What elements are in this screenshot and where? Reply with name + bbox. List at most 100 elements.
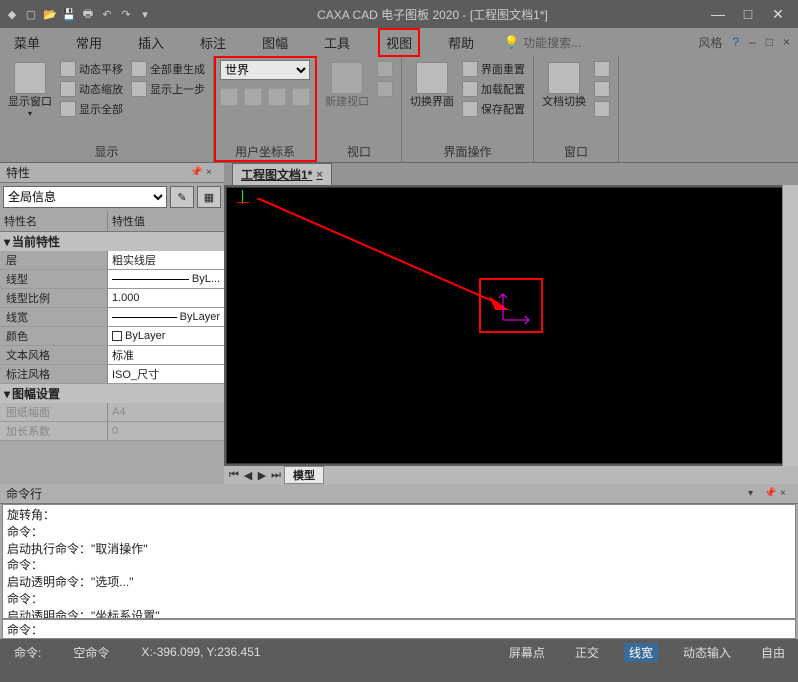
doc-tab[interactable]: 工程图文档1* × bbox=[232, 163, 332, 185]
load-cfg-icon bbox=[462, 81, 478, 97]
show-prev-button[interactable]: 显示上一步 bbox=[129, 80, 207, 98]
help-icon[interactable]: ? bbox=[732, 35, 739, 49]
show-window-icon bbox=[14, 62, 46, 94]
cmd-close-icon[interactable]: × bbox=[780, 488, 792, 500]
props-btn1[interactable]: ✎ bbox=[170, 186, 194, 208]
commandline-title: 命令行 ▾ 📌 × bbox=[0, 484, 798, 504]
vp-btn2 bbox=[375, 80, 395, 98]
annotation-arrow-icon bbox=[257, 198, 509, 313]
status-lineweight[interactable]: 线宽 bbox=[624, 643, 658, 662]
collapse-icon: ▾ bbox=[4, 235, 10, 249]
cmd-options-icon[interactable]: ▾ bbox=[748, 488, 760, 500]
minimize-button[interactable]: — bbox=[712, 8, 724, 20]
menu-item-common[interactable]: 常用 bbox=[70, 30, 108, 55]
feature-search[interactable]: 💡 功能搜索... bbox=[504, 34, 581, 51]
lightbulb-icon: 💡 bbox=[504, 35, 519, 49]
menu-item-annotate[interactable]: 标注 bbox=[194, 30, 232, 55]
line-sample-icon bbox=[112, 279, 189, 280]
zoom-button[interactable]: 动态缩放 bbox=[58, 80, 125, 98]
cmd-pin-icon[interactable]: 📌 bbox=[764, 488, 776, 500]
properties-panel: 特性 📌 × 全局信息 ✎ ▦ 特性名 特性值 ▾当前特性 层粗实线层 线型By… bbox=[0, 163, 224, 484]
style-label[interactable]: 风格 bbox=[698, 34, 722, 51]
tab-close-icon[interactable]: × bbox=[316, 169, 322, 181]
redo-icon[interactable]: ↷ bbox=[118, 6, 134, 22]
app-icon: ◆ bbox=[4, 6, 20, 22]
col-name: 特性名 bbox=[0, 211, 108, 231]
line-sample-icon bbox=[112, 317, 177, 318]
command-input[interactable] bbox=[47, 620, 795, 638]
print-icon[interactable]: 🖶 bbox=[80, 6, 96, 22]
section-sheet[interactable]: ▾图幅设置 bbox=[0, 384, 224, 403]
new-viewport-button[interactable]: 新建视口 bbox=[323, 60, 371, 111]
menu-item-main[interactable]: 菜单 bbox=[8, 30, 46, 55]
group-label-ucs: 用户坐标系 bbox=[220, 141, 310, 160]
new-icon[interactable]: ▢ bbox=[23, 6, 39, 22]
show-all-button[interactable]: 显示全部 bbox=[58, 100, 125, 118]
props-btn2[interactable]: ▦ bbox=[197, 186, 221, 208]
show-window-button[interactable]: 显示窗口 ▾ bbox=[6, 60, 54, 120]
save-icon[interactable]: 💾 bbox=[61, 6, 77, 22]
group-label-window: 窗口 bbox=[540, 141, 612, 160]
viewport-icon bbox=[331, 62, 363, 94]
undo-icon[interactable]: ↶ bbox=[99, 6, 115, 22]
maximize-button[interactable]: □ bbox=[742, 8, 754, 20]
ucs-select[interactable]: 世界 bbox=[220, 60, 310, 80]
doc-switch-button[interactable]: 文档切换 bbox=[540, 60, 588, 111]
ribbon: 显示窗口 ▾ 动态平移 动态缩放 显示全部 全部重生成 显示上一步 显示 世界 bbox=[0, 56, 798, 163]
close-button[interactable]: ✕ bbox=[772, 8, 784, 20]
menu-item-insert[interactable]: 插入 bbox=[132, 30, 170, 55]
tab-last-icon[interactable]: ⏭ bbox=[270, 469, 282, 482]
qat-dropdown-icon[interactable]: ▾ bbox=[137, 6, 153, 22]
menu-item-help[interactable]: 帮助 bbox=[442, 30, 480, 55]
ucs-axes-icon bbox=[495, 288, 535, 328]
command-log[interactable]: 旋转角： 命令： 启动执行命令："取消操作" 命令： 启动透明命令："选项...… bbox=[2, 504, 796, 619]
pin-icon[interactable]: 📌 bbox=[190, 167, 202, 179]
regen-all-button[interactable]: 全部重生成 bbox=[129, 60, 207, 78]
tab-prev-icon[interactable]: ◀ bbox=[242, 469, 254, 482]
model-tab[interactable]: 模型 bbox=[284, 466, 324, 484]
save-cfg-button[interactable]: 保存配置 bbox=[460, 100, 527, 118]
reset-ui-button[interactable]: 界面重置 bbox=[460, 60, 527, 78]
tile-v-button[interactable] bbox=[592, 80, 612, 98]
mdi-restore-icon[interactable]: □ bbox=[766, 35, 773, 49]
group-label-viewport: 视口 bbox=[323, 141, 395, 160]
ucs-manage-button[interactable] bbox=[292, 88, 310, 106]
status-empty-cmd: 空命令 bbox=[67, 644, 115, 661]
cascade-button[interactable] bbox=[592, 100, 612, 118]
pan-button[interactable]: 动态平移 bbox=[58, 60, 125, 78]
canvas-area: 工程图文档1* × ⏮ ◀ ▶ ⏭ 模型 bbox=[224, 163, 798, 484]
section-current[interactable]: ▾当前特性 bbox=[0, 232, 224, 251]
search-placeholder: 功能搜索... bbox=[523, 34, 581, 51]
canvas-scrollbar-v[interactable] bbox=[782, 185, 798, 466]
mdi-close-icon[interactable]: × bbox=[783, 35, 790, 49]
open-icon[interactable]: 📂 bbox=[42, 6, 58, 22]
origin-marker-icon bbox=[237, 190, 249, 206]
tab-next-icon[interactable]: ▶ bbox=[256, 469, 268, 482]
menu-item-sheet[interactable]: 图幅 bbox=[256, 30, 294, 55]
panel-close-icon[interactable]: × bbox=[206, 167, 218, 179]
statusbar: 命令: 空命令 X:-396.099, Y:236.451 屏幕点 正交 线宽 … bbox=[0, 641, 798, 663]
vp-icon2 bbox=[377, 81, 393, 97]
tab-first-icon[interactable]: ⏮ bbox=[228, 469, 240, 482]
props-rows: ▾当前特性 层粗实线层 线型ByL... 线型比例1.000 线宽ByLayer… bbox=[0, 232, 224, 484]
menu-item-tools[interactable]: 工具 bbox=[318, 30, 356, 55]
status-free[interactable]: 自由 bbox=[756, 643, 790, 662]
load-cfg-button[interactable]: 加载配置 bbox=[460, 80, 527, 98]
mdi-minimize-icon[interactable]: – bbox=[749, 35, 756, 49]
ucs-rotate-button[interactable] bbox=[244, 88, 262, 106]
menu-item-view[interactable]: 视图 bbox=[380, 30, 418, 55]
drawing-canvas[interactable] bbox=[226, 187, 796, 464]
props-selector[interactable]: 全局信息 bbox=[3, 186, 167, 208]
prop-row-extend: 加长系数0 bbox=[0, 422, 224, 441]
status-cmd-label: 命令: bbox=[8, 644, 47, 661]
status-dyn-input[interactable]: 动态输入 bbox=[678, 643, 736, 662]
tile-h-button[interactable] bbox=[592, 60, 612, 78]
ucs-origin-button[interactable] bbox=[220, 88, 238, 106]
prev-icon bbox=[131, 81, 147, 97]
switch-ui-button[interactable]: 切换界面 bbox=[408, 60, 456, 111]
status-ortho[interactable]: 正交 bbox=[570, 643, 604, 662]
status-screen-point[interactable]: 屏幕点 bbox=[504, 643, 550, 662]
collapse-icon: ▾ bbox=[4, 387, 10, 401]
prop-row-color: 颜色ByLayer bbox=[0, 327, 224, 346]
ucs-save-button[interactable] bbox=[268, 88, 286, 106]
